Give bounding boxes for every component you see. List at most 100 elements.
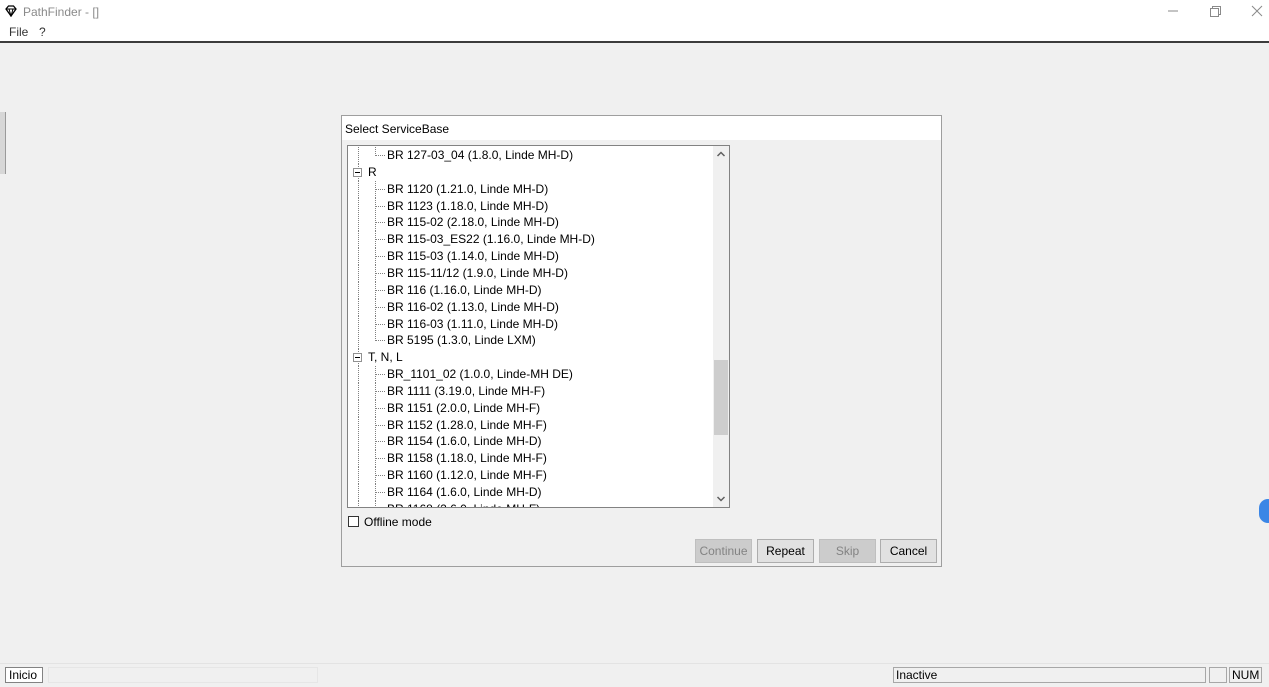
tree-line: [358, 214, 359, 232]
tree-item-label: BR 1120 (1.21.0, Linde MH-D): [387, 181, 549, 196]
tree-line: [375, 500, 376, 507]
status-numlock: NUM: [1229, 667, 1262, 683]
tree-item[interactable]: BR 1151 (2.0.0, Linde MH-F): [348, 399, 715, 417]
tree-item[interactable]: BR 116-02 (1.13.0, Linde MH-D): [348, 298, 715, 316]
tree-item[interactable]: BR 1160 (1.12.0, Linde MH-F): [348, 467, 715, 485]
status-state: Inactive: [893, 667, 1206, 683]
tree-item[interactable]: BR 1120 (1.21.0, Linde MH-D): [348, 180, 715, 198]
tree-item[interactable]: BR 115-03_ES22 (1.16.0, Linde MH-D): [348, 231, 715, 249]
tree-line: [358, 147, 359, 164]
tree-item-label: BR 1123 (1.18.0, Linde MH-D): [387, 198, 549, 213]
collapse-icon[interactable]: [353, 353, 362, 363]
tree-line: [358, 298, 359, 316]
tree-item[interactable]: BR 1158 (1.18.0, Linde MH-F): [348, 450, 715, 468]
cancel-button[interactable]: Cancel: [880, 539, 937, 563]
close-icon: [1251, 5, 1263, 17]
tree-item[interactable]: BR 5195 (1.3.0, Linde LXM): [348, 332, 715, 350]
tree-item[interactable]: BR 115-11/12 (1.9.0, Linde MH-D): [348, 264, 715, 282]
menu-help[interactable]: ?: [39, 25, 46, 39]
tree-item-label: BR 5195 (1.3.0, Linde LXM): [387, 333, 536, 348]
tree-line: [358, 366, 359, 384]
menu-bar: File ?: [0, 23, 1269, 41]
tree-item[interactable]: BR 116-03 (1.11.0, Linde MH-D): [348, 315, 715, 333]
menu-file[interactable]: File: [9, 25, 28, 39]
tree-line: [358, 500, 359, 507]
tree-item[interactable]: BR 1123 (1.18.0, Linde MH-D): [348, 197, 715, 215]
tree-item[interactable]: BR 1152 (1.28.0, Linde MH-F): [348, 416, 715, 434]
dialog-title-bar: Select ServiceBase: [342, 116, 941, 140]
tree-line: [358, 281, 359, 299]
tree-item-label: BR 1154 (1.6.0, Linde MH-D): [387, 434, 542, 449]
tree-group[interactable]: R: [348, 163, 715, 181]
close-button[interactable]: [1236, 0, 1269, 23]
tree-item[interactable]: BR 1164 (1.6.0, Linde MH-D): [348, 484, 715, 501]
diamond-icon: [5, 5, 17, 17]
tree-line: [358, 264, 359, 282]
tree-item-label: BR 115-03 (1.14.0, Linde MH-D): [387, 249, 559, 264]
tree-item[interactable]: BR 1111 (3.19.0, Linde MH-F): [348, 382, 715, 400]
tree-line: [375, 272, 385, 274]
tree-line: [358, 315, 359, 333]
tree-line: [358, 180, 359, 198]
tree-line: [375, 306, 385, 308]
tree-line: [375, 340, 385, 342]
splitter-handle[interactable]: [0, 112, 6, 174]
tree-item-label: BR 1151 (2.0.0, Linde MH-F): [387, 400, 541, 415]
tree-item-label: BR 115-03_ES22 (1.16.0, Linde MH-D): [387, 232, 595, 247]
minimize-button[interactable]: [1152, 0, 1194, 23]
continue-button[interactable]: Continue: [695, 539, 752, 563]
tree-item-label: BR 115-11/12 (1.9.0, Linde MH-D): [387, 265, 568, 280]
restore-button[interactable]: [1194, 0, 1236, 23]
tree-line: [375, 205, 385, 207]
scroll-up-button[interactable]: [713, 146, 729, 162]
tree-item-label: BR 1111 (3.19.0, Linde MH-F): [387, 383, 546, 398]
skip-button[interactable]: Skip: [819, 539, 876, 563]
tree-item-label: BR 116 (1.16.0, Linde MH-D): [387, 282, 542, 297]
tree-item[interactable]: BR 1168 (2.6.0, Linde MH-F): [348, 500, 715, 507]
tree-line: [375, 239, 385, 241]
tree-item-label: BR 1152 (1.28.0, Linde MH-F): [387, 417, 547, 432]
tree-scrollbar[interactable]: [713, 146, 729, 507]
tree-line: [358, 433, 359, 451]
floating-indicator[interactable]: [1259, 499, 1269, 523]
select-servicebase-dialog: Select ServiceBase BR 127-03_04 (1.8.0, …: [341, 115, 942, 567]
tree-item-label: BR 1168 (2.6.0, Linde MH-F): [387, 502, 540, 507]
tree-viewport: BR 127-03_04 (1.8.0, Linde MH-D) R BR 1120…: [348, 146, 715, 507]
tree-group[interactable]: T, N, L: [348, 349, 715, 367]
scroll-thumb[interactable]: [714, 360, 728, 435]
tree-line: [375, 256, 385, 258]
tree-line: [358, 231, 359, 249]
tree-item[interactable]: BR 116 (1.16.0, Linde MH-D): [348, 281, 715, 299]
tree-group-label: T, N, L: [368, 350, 403, 365]
tree-item[interactable]: BR 115-02 (2.18.0, Linde MH-D): [348, 214, 715, 232]
tree-item[interactable]: BR 127-03_04 (1.8.0, Linde MH-D): [348, 147, 715, 164]
tree-item-label: BR 1158 (1.18.0, Linde MH-F): [387, 451, 547, 466]
scroll-down-button[interactable]: [713, 491, 729, 507]
tree-line: [375, 441, 385, 443]
status-indicator-blank: [1209, 667, 1227, 683]
tree-group-label: R: [368, 164, 377, 179]
tree-item-label: BR 127-03_04 (1.8.0, Linde MH-D): [387, 148, 574, 162]
servicebase-tree[interactable]: BR 127-03_04 (1.8.0, Linde MH-D) R BR 1120…: [347, 145, 730, 508]
tree-item[interactable]: BR 115-03 (1.14.0, Linde MH-D): [348, 248, 715, 266]
tree-line: [375, 323, 385, 325]
dialog-title: Select ServiceBase: [345, 122, 450, 136]
tree-line: [375, 289, 385, 291]
tree-line: [375, 390, 385, 392]
repeat-button[interactable]: Repeat: [757, 539, 814, 563]
tree-line: [358, 416, 359, 434]
tree-item[interactable]: BR 1154 (1.6.0, Linde MH-D): [348, 433, 715, 451]
offline-mode-checkbox[interactable]: [348, 516, 359, 527]
tree-item-label: BR 1164 (1.6.0, Linde MH-D): [387, 485, 542, 499]
tree-line: [375, 475, 385, 477]
tree-line: [375, 222, 385, 224]
tree-item-label: BR_1101_02 (1.0.0, Linde-MH DE): [387, 367, 573, 382]
collapse-icon[interactable]: [353, 167, 362, 177]
chevron-up-icon: [716, 151, 726, 157]
tree-item[interactable]: BR_1101_02 (1.0.0, Linde-MH DE): [348, 366, 715, 384]
tree-line: [358, 467, 359, 485]
tree-line: [375, 492, 385, 493]
tree-item-label: BR 1160 (1.12.0, Linde MH-F): [387, 468, 547, 483]
tree-line: [375, 424, 385, 426]
tree-line: [358, 450, 359, 468]
